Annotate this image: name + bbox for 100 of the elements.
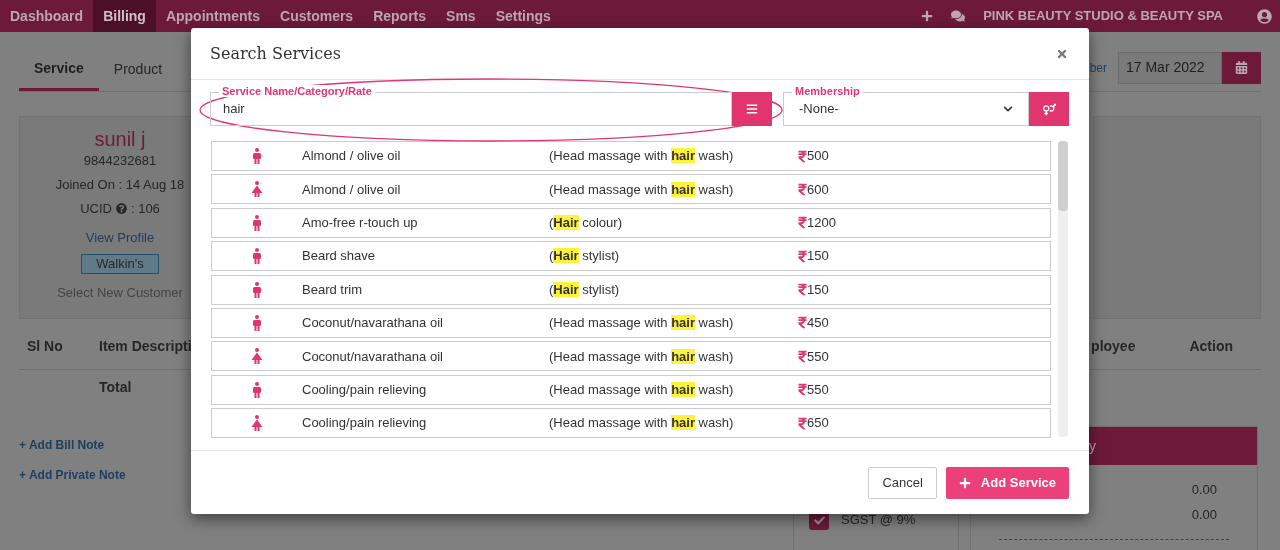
- nav-item[interactable]: Sms: [436, 0, 486, 32]
- service-category: (Head massage with hair wash): [549, 180, 735, 199]
- calendar-button[interactable]: [1222, 51, 1261, 84]
- field-label: Service Name/Category/Rate: [219, 85, 375, 97]
- rupee-icon: [798, 149, 807, 163]
- dialog-title: Search Services: [210, 42, 341, 65]
- service-name: Almond / olive oil: [302, 180, 402, 199]
- rupee-icon: [798, 416, 807, 430]
- service-name: Beard shave: [302, 247, 376, 266]
- calendar-icon: [1235, 61, 1248, 74]
- view-profile-link[interactable]: View Profile: [85, 227, 155, 247]
- tax-label: SGST @ 9%: [841, 511, 916, 529]
- rupee-icon: [798, 216, 807, 230]
- nav-item[interactable]: Appointments: [155, 0, 270, 32]
- date-field[interactable]: 17 Mar 2022: [1118, 51, 1222, 84]
- cancel-button[interactable]: Cancel: [868, 466, 937, 499]
- service-row[interactable]: Amo-free r-touch up (Hair colour) 1200: [211, 207, 1051, 238]
- chat-icon[interactable]: [951, 9, 966, 23]
- joined-date: Joined On : 14 Aug 18: [55, 176, 185, 194]
- service-category: (Head massage with hair wash): [549, 314, 735, 333]
- gender-icon: [1042, 102, 1056, 116]
- customer-phone: 9844232681: [83, 152, 157, 170]
- summary-value: 0.00: [1191, 505, 1218, 524]
- nav-item[interactable]: Reports: [363, 0, 437, 32]
- business-name[interactable]: PINK BEAUTY STUDIO & BEAUTY SPA: [983, 6, 1223, 26]
- help-icon[interactable]: [115, 203, 127, 215]
- nav-item[interactable]: Settings: [485, 0, 561, 32]
- male-figure-icon: [252, 314, 262, 331]
- male-figure-icon: [252, 148, 262, 164]
- field-label: Membership: [792, 85, 863, 97]
- nav-item[interactable]: Dashboard: [0, 0, 94, 32]
- service-name: Cooling/pain relieving: [302, 414, 428, 433]
- service-name: Coconut/navarathana oil: [302, 314, 444, 333]
- summary-value: 0.00: [1191, 480, 1218, 499]
- service-category: (Head massage with hair wash): [549, 414, 735, 433]
- service-name: Almond / olive oil: [302, 147, 402, 166]
- female-figure-icon: [251, 415, 263, 432]
- column-header: Item Descripti: [99, 337, 192, 356]
- ucid-label: UCID: [80, 200, 112, 218]
- service-name: Cooling/pain relieving: [302, 381, 428, 399]
- service-row[interactable]: Beard shave (Hair stylist) 150: [211, 241, 1051, 272]
- menu-icon: [746, 103, 758, 115]
- rupee-icon: [798, 383, 807, 397]
- service-row[interactable]: Coconut/navarathana oil (Head massage with hair wash) 550: [211, 341, 1051, 372]
- male-figure-icon: [252, 214, 262, 231]
- chevron-down-icon: [1003, 104, 1013, 114]
- text-link[interactable]: ber: [1089, 58, 1107, 77]
- tab[interactable]: Product: [98, 48, 178, 91]
- male-figure-icon: [252, 381, 262, 398]
- service-name: Amo-free r-touch up: [302, 214, 419, 233]
- ucid-value: : 106: [130, 200, 160, 218]
- customer-name: sunil j: [94, 127, 146, 151]
- female-figure-icon: [251, 181, 263, 198]
- column-header: Action: [1189, 337, 1233, 356]
- rupee-icon: [798, 182, 807, 196]
- rupee-icon: [798, 283, 807, 297]
- check-icon: [813, 514, 825, 526]
- service-category: (Hair stylist): [549, 280, 621, 299]
- service-price: 150: [807, 280, 829, 299]
- male-figure-icon: [252, 281, 262, 298]
- customer-tag[interactable]: Walkin's: [81, 254, 159, 274]
- tab[interactable]: Service: [19, 48, 99, 91]
- service-name: Coconut/navarathana oil: [302, 347, 444, 366]
- service-row[interactable]: Beard trim (Hair stylist) 150: [211, 274, 1051, 305]
- rupee-icon: [798, 316, 807, 330]
- close-icon: [1056, 47, 1068, 60]
- service-price: 500: [807, 147, 829, 166]
- service-category: (Head massage with hair wash): [549, 380, 735, 399]
- list-button[interactable]: [732, 92, 772, 126]
- service-category: (Hair colour): [549, 214, 623, 233]
- service-price: 550: [807, 347, 829, 366]
- user-icon[interactable]: [1257, 8, 1272, 24]
- male-figure-icon: [252, 248, 262, 265]
- service-price: 1200: [807, 214, 836, 233]
- nav-item[interactable]: Billing: [93, 0, 156, 32]
- service-name: Beard trim: [302, 280, 363, 299]
- service-row[interactable]: Almond / olive oil (Head massage with hair wash) 500: [211, 141, 1051, 171]
- column-header: ployee: [1091, 337, 1136, 356]
- plus-icon: [958, 476, 971, 489]
- female-figure-icon: [251, 348, 263, 365]
- gender-button[interactable]: [1029, 92, 1069, 126]
- service-price: 600: [807, 180, 829, 199]
- service-row[interactable]: Coconut/navarathana oil (Head massage with hair wash) 450: [211, 307, 1051, 338]
- service-price: 550: [807, 381, 829, 399]
- scrollbar-thumb[interactable]: [1058, 141, 1068, 211]
- service-row[interactable]: Almond / olive oil (Head massage with hair wash) 600: [211, 174, 1051, 205]
- service-category: (Head massage with hair wash): [549, 147, 735, 166]
- nav-item[interactable]: Customers: [270, 0, 364, 32]
- service-row[interactable]: Cooling/pain relieving (Head massage with hair wash) 650: [211, 408, 1051, 438]
- service-price: 650: [807, 414, 829, 433]
- service-row[interactable]: Cooling/pain relieving (Head massage with hair wash) 550: [211, 374, 1051, 405]
- service-price: 150: [807, 247, 829, 266]
- rupee-icon: [798, 349, 807, 363]
- total-label: Total: [99, 377, 132, 397]
- service-price: 450: [807, 314, 829, 333]
- add-icon[interactable]: [921, 10, 934, 22]
- add-service-button[interactable]: Add Service: [945, 466, 1069, 499]
- service-category: (Hair stylist): [549, 247, 621, 266]
- rupee-icon: [798, 249, 807, 263]
- column-header: Sl No: [26, 337, 64, 356]
